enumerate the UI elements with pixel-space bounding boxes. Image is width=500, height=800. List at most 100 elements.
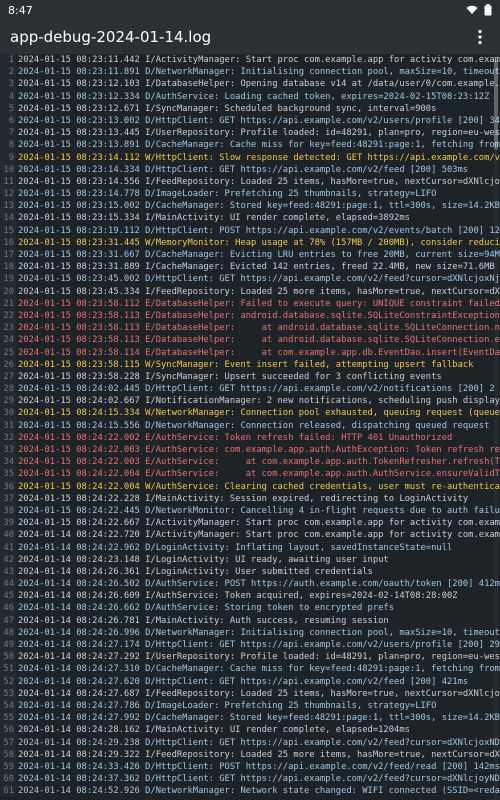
- log-text: 2024-01-15 08:24:22.228 I/MainActivity: …: [18, 493, 469, 504]
- log-text: 2024-01-15 08:23:15.334 I/MainActivity: …: [18, 213, 410, 224]
- line-number: 41: [0, 541, 16, 554]
- line-number: 46: [0, 602, 16, 615]
- log-line: 11 2024-01-15 08:23:14.556 I/FeedReposito…: [0, 175, 500, 189]
- log-line: 9 2024-01-15 08:23:14.112 W/HttpClient: S…: [0, 151, 500, 164]
- log-text: 2024-01-14 08:24:26.996 D/NetworkManager…: [18, 627, 500, 638]
- log-text: 2024-01-15 08:24:22.003 E/AuthService: c…: [18, 445, 500, 455]
- log-line: 5 2024-01-15 08:23:12.671 I/SyncManager: …: [0, 102, 500, 115]
- line-number: 13: [0, 200, 16, 213]
- log-line: 1 2024-01-15 08:23:11.442 I/ActivityManag…: [0, 54, 500, 67]
- status-bar: 8:47: [0, 0, 500, 20]
- log-text: 2024-01-14 08:24:26.502 D/AuthService: P…: [18, 579, 500, 590]
- log-text: 2024-01-15 08:23:15.002 D/CacheManager: …: [18, 201, 500, 212]
- log-line: 25 2024-01-15 08:23:58.114 E/DatabaseHelp…: [0, 346, 500, 359]
- log-line: 55 2024-01-14 08:24:27.992 D/CacheManager…: [0, 712, 500, 725]
- log-line: 3 2024-01-15 08:23:12.103 I/DatabaseHelpe…: [0, 78, 500, 91]
- log-text: 2024-01-14 08:24:28.162 I/MainActivity: …: [18, 725, 410, 736]
- log-line: 17 2024-01-15 08:23:31.667 D/CacheManager…: [0, 249, 500, 262]
- log-text: 2024-01-14 08:24:27.292 I/UserRepository…: [18, 652, 500, 663]
- log-text: 2024-01-14 08:24:23.148 I/LoginActivity:…: [18, 554, 389, 565]
- log-view[interactable]: 1 2024-01-15 08:23:11.442 I/ActivityManag…: [0, 54, 500, 800]
- log-lines: 1 2024-01-15 08:23:11.442 I/ActivityManag…: [0, 54, 500, 798]
- log-text: 2024-01-15 08:24:02.445 D/HttpClient: GE…: [18, 384, 495, 395]
- log-text: 2024-01-15 08:24:15.556 D/NetworkManager…: [18, 420, 490, 431]
- line-number: 37: [0, 492, 16, 505]
- log-line: 2 2024-01-15 08:23:11.891 D/NetworkManage…: [0, 66, 500, 79]
- log-text: 2024-01-15 08:24:02.667 I/NotificationMa…: [18, 396, 500, 407]
- line-number: 58: [0, 748, 16, 761]
- log-text: 2024-01-14 08:24:26.361 I/LoginActivity:…: [18, 566, 373, 577]
- line-number: 7: [0, 127, 16, 140]
- log-line: 56 2024-01-14 08:24:28.162 I/MainActivity…: [0, 724, 500, 737]
- log-line: 58 2024-01-14 08:24:29.322 I/FeedReposito…: [0, 748, 500, 761]
- line-number: 54: [0, 699, 16, 713]
- log-line: 6 2024-01-15 08:23:13.002 D/HttpClient: G…: [0, 114, 500, 128]
- log-text: 2024-01-15 08:23:12.103 I/DatabaseHelper…: [18, 79, 500, 90]
- line-number: 40: [0, 529, 16, 542]
- log-line: 18 2024-01-15 08:23:31.889 I/CacheManager…: [0, 261, 500, 274]
- log-line: 10 2024-01-15 08:23:14.334 D/HttpClient: …: [0, 163, 500, 176]
- log-text: 2024-01-14 08:24:27.687 I/FeedRepository…: [18, 688, 500, 699]
- line-number: 22: [0, 309, 16, 323]
- log-text: 2024-01-15 08:23:58.114 E/DatabaseHelper…: [18, 347, 500, 358]
- log-text: 2024-01-15 08:23:14.778 D/ImageLoader: P…: [18, 189, 437, 200]
- log-text: 2024-01-15 08:23:14.112 W/HttpClient: Sl…: [18, 152, 500, 163]
- log-line: 7 2024-01-15 08:23:13.445 I/UserRepositor…: [0, 127, 500, 140]
- line-number: 10: [0, 163, 16, 176]
- log-line: 48 2024-01-14 08:24:26.996 D/NetworkManag…: [0, 626, 500, 639]
- log-text: 2024-01-15 08:23:58.112 E/DatabaseHelper…: [18, 298, 500, 309]
- log-text: 2024-01-14 08:24:27.620 D/HttpClient: GE…: [18, 676, 469, 687]
- log-line: 54 2024-01-14 08:24:27.786 D/ImageLoader:…: [0, 699, 500, 713]
- log-text: 2024-01-15 08:23:58.228 I/SyncManager: U…: [18, 371, 442, 382]
- log-line: 47 2024-01-14 08:24:26.781 I/MainActivity…: [0, 614, 500, 627]
- scroll-thumb[interactable]: [494, 60, 498, 150]
- line-number: 8: [0, 139, 16, 152]
- log-text: 2024-01-15 08:23:58.115 W/SyncManager: E…: [18, 359, 474, 370]
- log-text: 2024-01-14 08:24:27.786 D/ImageLoader: P…: [18, 700, 437, 711]
- log-line: 39 2024-01-15 08:24:22.667 I/ActivityMana…: [0, 517, 500, 530]
- line-number: 4: [0, 90, 16, 103]
- log-text: 2024-01-15 08:24:15.334 W/NetworkManager…: [18, 408, 500, 419]
- log-text: 2024-01-15 08:23:13.002 D/HttpClient: GE…: [18, 115, 500, 126]
- line-number: 12: [0, 188, 16, 201]
- log-line: 21 2024-01-15 08:23:58.112 E/DatabaseHelp…: [0, 297, 500, 310]
- log-text: 2024-01-15 08:23:31.889 I/CacheManager: …: [18, 262, 495, 273]
- log-line: 16 2024-01-15 08:23:31.445 W/MemoryMonito…: [0, 236, 500, 249]
- line-number: 1: [0, 54, 16, 67]
- log-text: 2024-01-14 08:24:27.992 D/CacheManager: …: [18, 713, 500, 724]
- log-text: 2024-01-14 08:24:29.238 D/HttpClient: GE…: [18, 737, 500, 748]
- line-number: 45: [0, 590, 16, 603]
- log-line: 12 2024-01-15 08:23:14.778 D/ImageLoader:…: [0, 188, 500, 201]
- log-line: 28 2024-01-15 08:24:02.445 D/HttpClient: …: [0, 383, 500, 396]
- log-line: 33 2024-01-15 08:24:22.003 E/AuthService:…: [0, 444, 500, 457]
- log-text: 2024-01-15 08:23:45.334 I/FeedRepository…: [18, 286, 500, 297]
- status-time: 8:47: [8, 3, 33, 17]
- log-text: 2024-01-15 08:23:58.113 E/DatabaseHelper…: [18, 323, 500, 334]
- log-line: 13 2024-01-15 08:23:15.002 D/CacheManager…: [0, 200, 500, 213]
- log-line: 37 2024-01-15 08:24:22.228 I/MainActivity…: [0, 492, 500, 505]
- log-text: 2024-01-15 08:23:13.891 D/CacheManager: …: [18, 140, 500, 151]
- log-text: 2024-01-14 08:24:37.362 D/HttpClient: GE…: [18, 774, 500, 785]
- log-line: 34 2024-01-15 08:24:22.003 E/AuthService:…: [0, 456, 500, 469]
- log-text: 2024-01-15 08:23:11.891 D/NetworkManager…: [18, 67, 500, 78]
- app-bar: app-debug-2024-01-14.log: [0, 20, 500, 54]
- line-number: 30: [0, 407, 16, 420]
- log-line: 32 2024-01-15 08:24:22.002 E/AuthService:…: [0, 431, 500, 444]
- scrollbar[interactable]: [494, 54, 498, 800]
- line-number: 28: [0, 383, 16, 396]
- log-text: 2024-01-15 08:23:58.113 E/DatabaseHelper…: [18, 310, 500, 321]
- line-number: 5: [0, 102, 16, 115]
- log-line: 4 2024-01-15 08:23:12.334 D/AuthService: …: [0, 90, 500, 103]
- line-number: 39: [0, 517, 16, 530]
- line-number: 33: [0, 444, 16, 457]
- line-number: 24: [0, 334, 16, 347]
- log-line: 26 2024-01-15 08:23:58.115 W/SyncManager:…: [0, 358, 500, 371]
- line-number: 36: [0, 480, 16, 493]
- log-text: 2024-01-15 08:23:31.667 D/CacheManager: …: [18, 250, 500, 260]
- log-text: 2024-01-14 08:24:27.174 D/HttpClient: GE…: [18, 640, 500, 650]
- line-number: 11: [0, 175, 16, 189]
- log-line: 19 2024-01-15 08:23:45.002 D/HttpClient: …: [0, 273, 500, 286]
- more-vert-icon[interactable]: [470, 25, 490, 49]
- line-number: 61: [0, 785, 16, 798]
- log-text: 2024-01-15 08:24:22.445 D/NetworkMonitor…: [18, 505, 500, 516]
